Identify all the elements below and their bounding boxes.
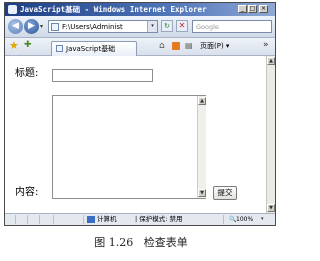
address-input[interactable]: F:\Users\Administ ▾ [48, 20, 158, 33]
url-text[interactable]: F:\Users\Administ [62, 22, 123, 32]
zoom-dropdown-button[interactable]: ▾ [261, 215, 264, 224]
page-content: 标题: ▲ ▼ 内容: 提交 [5, 56, 266, 213]
scroll-up-button[interactable]: ▲ [267, 57, 275, 65]
status-divider [27, 215, 28, 224]
scroll-down-button[interactable]: ▼ [267, 204, 275, 212]
search-input[interactable]: Google [192, 20, 272, 33]
submit-button[interactable]: 提交 [213, 186, 237, 200]
textarea-scrollbar[interactable]: ▲ ▼ [197, 96, 206, 198]
tab-page-icon [56, 45, 63, 52]
textarea-scroll-up-button[interactable]: ▲ [198, 97, 206, 105]
address-toolbar: ◀ ▶ ▾ F:\Users\Administ ▾ ↻ ✕ Google [5, 16, 275, 38]
browser-window: JavaScript基础 - Windows Internet Explorer… [4, 2, 276, 226]
security-zone: 计算机 [97, 215, 117, 223]
back-icon[interactable]: ◀ [8, 19, 23, 34]
status-divider [15, 215, 16, 224]
tab-javascript-basics[interactable]: JavaScript基础 [51, 41, 137, 56]
content-textarea[interactable] [52, 95, 206, 199]
refresh-icon[interactable]: ↻ [161, 20, 173, 32]
feed-icon[interactable] [172, 42, 180, 50]
home-icon[interactable]: ⌂ [159, 41, 165, 51]
forward-icon[interactable]: ▶ [24, 19, 39, 34]
status-divider [39, 215, 40, 224]
computer-zone-icon [87, 216, 95, 223]
content-label: 内容: [15, 187, 39, 198]
page-scrollbar[interactable]: ▲ ▼ [266, 56, 275, 213]
title-bar: JavaScript基础 - Windows Internet Explorer… [5, 3, 275, 16]
add-favorite-icon[interactable]: ✚ [24, 40, 32, 50]
close-button[interactable]: × [259, 5, 268, 13]
zoom-level[interactable]: 100% [236, 215, 253, 224]
favorites-star-icon[interactable]: ★ [9, 39, 19, 52]
protected-mode-status: | 保护模式: 禁用 [135, 215, 183, 223]
tab-label: JavaScript基础 [66, 45, 116, 53]
title-label: 标题: [15, 68, 39, 79]
print-icon[interactable]: ▤ [185, 41, 193, 50]
app-icon [8, 5, 17, 14]
toolbar-overflow-button[interactable]: » [263, 40, 269, 50]
tab-toolbar: ★ ✚ JavaScript基础 ⌂ ▤ 页面(P) ▾ » [5, 38, 275, 56]
url-dropdown-button[interactable]: ▾ [147, 21, 157, 32]
page-icon [51, 23, 59, 31]
window-title: JavaScript基础 - Windows Internet Explorer [20, 5, 207, 14]
figure-caption: 图 1.26 检查表单 [94, 236, 188, 249]
stop-icon[interactable]: ✕ [176, 20, 188, 32]
status-divider [83, 215, 84, 224]
page-menu-button[interactable]: 页面(P) ▾ [200, 41, 229, 52]
history-dropdown-icon[interactable]: ▾ [40, 23, 43, 30]
maximize-button[interactable]: □ [248, 5, 257, 13]
search-placeholder: Google [196, 23, 219, 31]
title-input[interactable] [52, 69, 153, 82]
status-bar: 计算机 | 保护模式: 禁用 🔍 100% ▾ [5, 213, 275, 225]
status-divider [223, 215, 224, 224]
minimize-button[interactable]: _ [238, 5, 247, 13]
textarea-scroll-down-button[interactable]: ▼ [198, 189, 206, 197]
status-divider [53, 215, 54, 224]
